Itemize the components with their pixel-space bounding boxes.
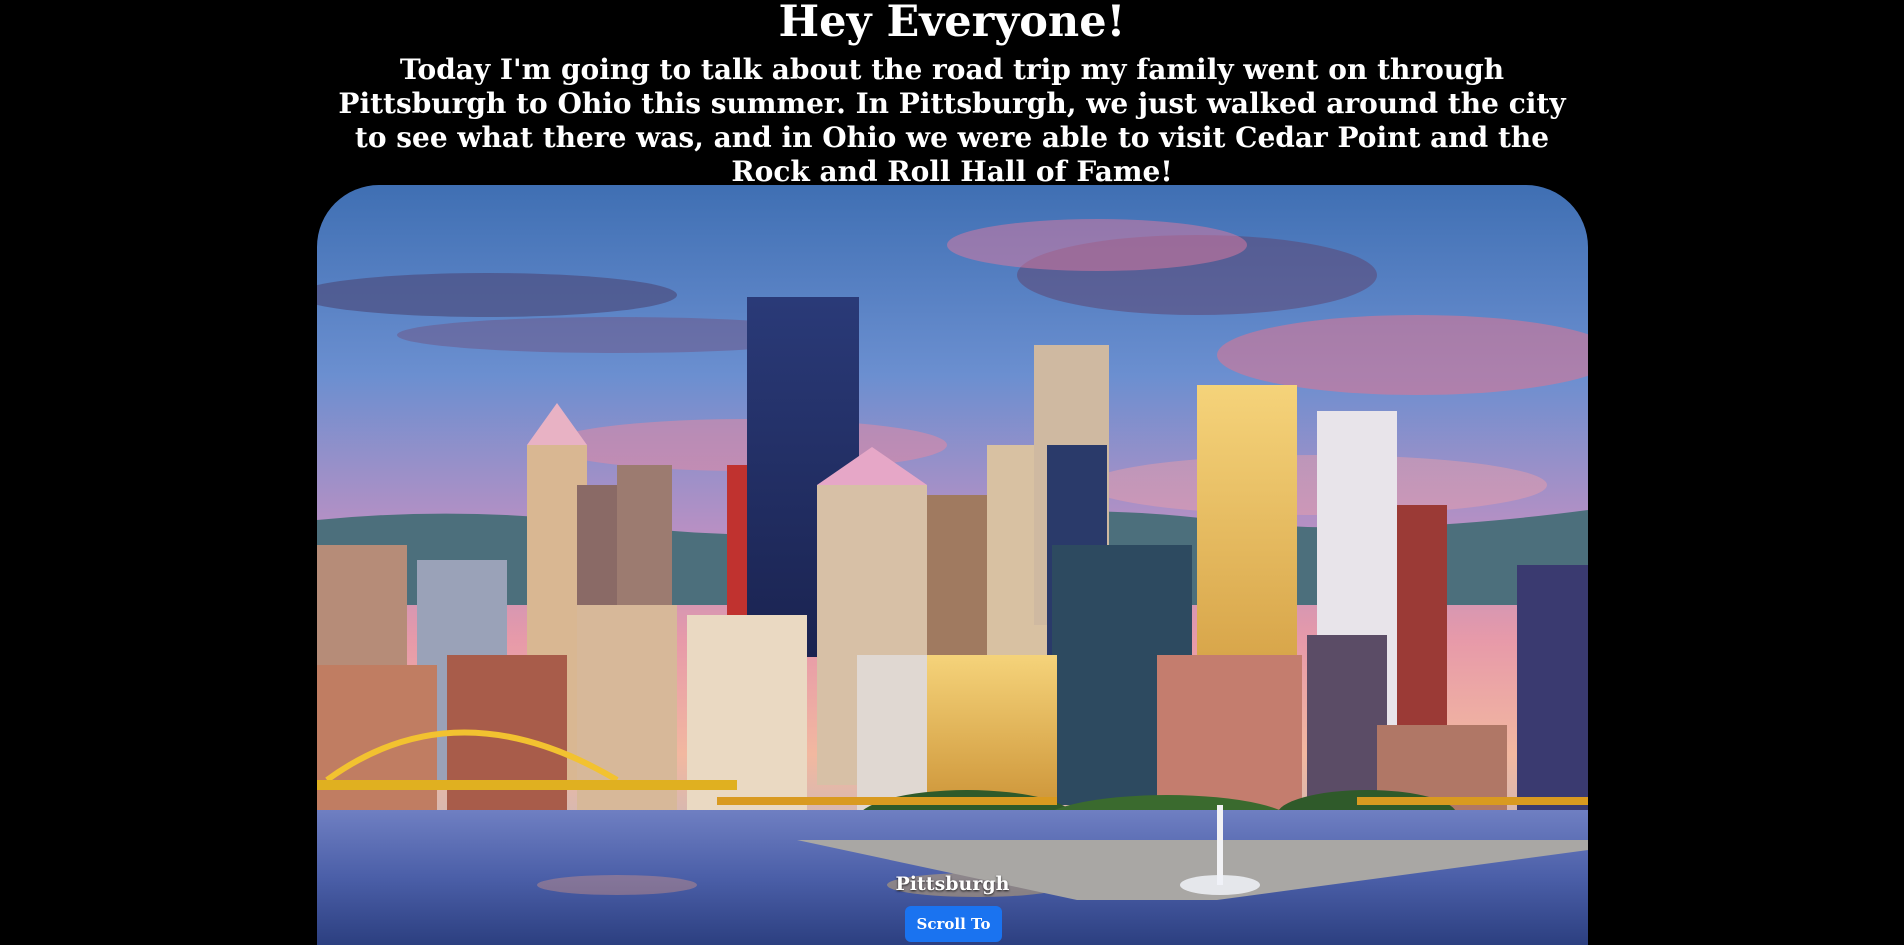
slide-caption: Pittsburgh <box>895 873 1010 895</box>
image-carousel[interactable]: Pittsburgh Scroll To <box>317 185 1588 945</box>
page: Hey Everyone! Today I'm going to talk ab… <box>0 0 1904 945</box>
page-title: Hey Everyone! <box>778 0 1126 47</box>
intro-paragraph: Today I'm going to talk about the road t… <box>338 53 1566 188</box>
scroll-to-button[interactable]: Scroll To <box>905 906 1002 942</box>
pittsburgh-skyline-photo <box>317 185 1588 945</box>
